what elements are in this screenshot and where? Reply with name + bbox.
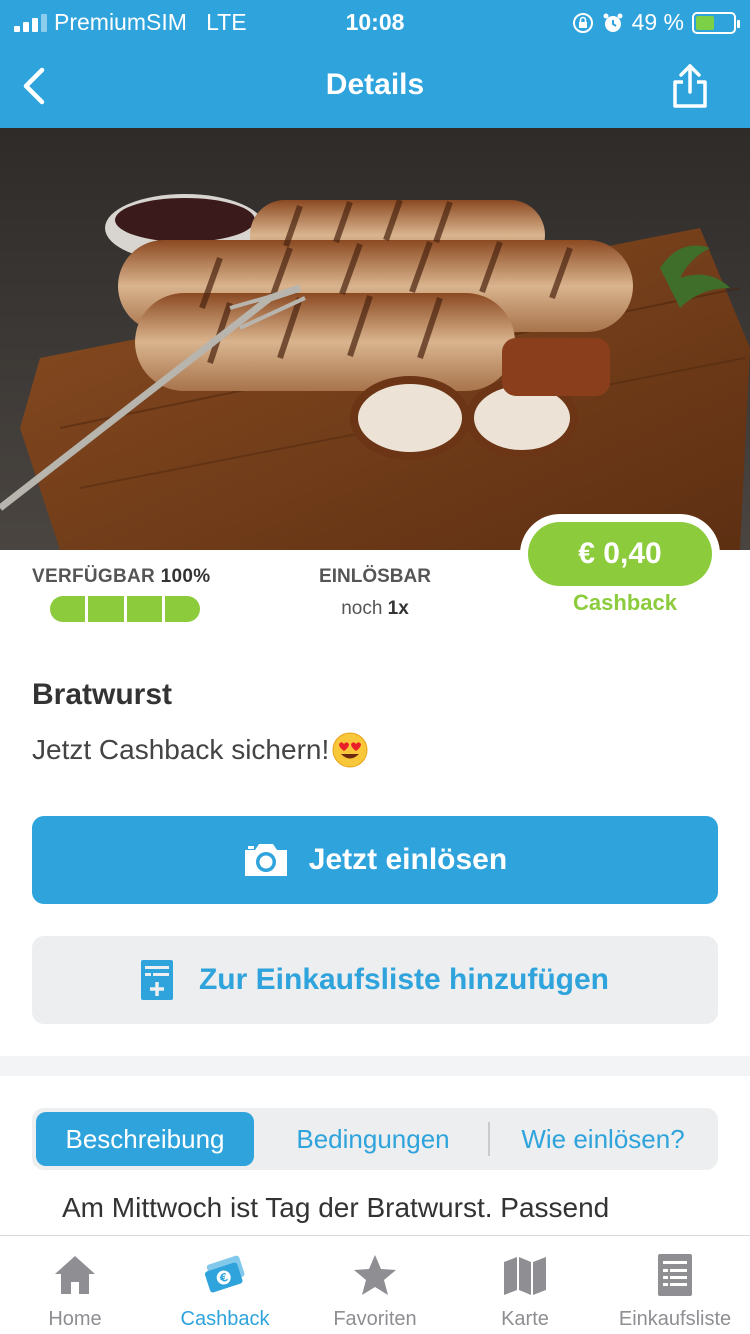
add-to-list-label: Zur Einkaufsliste hinzufügen [198,963,610,996]
tabbar-item-karte[interactable]: Karte [450,1236,600,1334]
redeem-button-label: Jetzt einlösen [308,843,508,876]
offer-info: VERFÜGBAR 100% EINLÖSBAR noch 1x € 0,40 … [0,514,750,640]
tab-beschreibung[interactable]: Beschreibung [36,1112,254,1166]
home-icon [55,1256,95,1294]
product-subtitle: Jetzt Cashback sichern! [32,731,369,769]
cashback-icon: € [204,1255,245,1293]
tab-bedingungen[interactable]: Bedingungen [260,1112,486,1166]
star-icon [354,1255,396,1295]
section-divider [0,1056,750,1076]
availability-progress [50,596,200,622]
battery-percent: 49 % [631,9,684,35]
top-bar: PremiumSIM LTE 10:08 49 % Details [0,0,750,128]
bottom-tab-bar: Home € Cashback Favoriten Karte Einkaufs… [0,1235,750,1334]
list-icon [658,1254,692,1296]
status-right: 49 % [572,9,740,36]
alarm-icon [603,13,623,32]
heart-eyes-emoji-icon [332,732,368,768]
add-to-list-button[interactable]: Zur Einkaufsliste hinzufügen [32,936,718,1024]
status-bar: PremiumSIM LTE 10:08 49 % [0,6,750,38]
orientation-lock-icon [572,12,593,33]
shopping-list-add-icon [140,960,173,1000]
product-name: Bratwurst [32,678,173,711]
cashback-label: Cashback [573,590,677,615]
redeemable-label: EINLÖSBAR [319,566,431,587]
navigation-bar: Details [0,56,750,116]
redeemable-count: noch 1x [341,598,409,619]
description-text: Am Mittwoch ist Tag der Bratwurst. Passe… [62,1192,610,1223]
map-icon [504,1257,546,1295]
tab-wie-einloesen[interactable]: Wie einlösen? [492,1112,714,1166]
cashback-amount: € 0,40 [528,522,712,586]
share-button[interactable] [670,62,710,110]
tab-separator [488,1122,490,1156]
tabbar-item-cashback[interactable]: € Cashback [150,1236,300,1334]
camera-icon [244,844,287,876]
tabbar-item-einkaufsliste[interactable]: Einkaufsliste [600,1236,750,1334]
tabbar-item-home[interactable]: Home [0,1236,150,1334]
price-badge: € 0,40 [520,514,720,594]
redeem-button[interactable]: Jetzt einlösen [32,816,718,904]
battery-icon [692,11,740,34]
page-title: Details [325,68,425,101]
availability-value: 100% [160,566,211,587]
availability-label: VERFÜGBAR 100% [32,566,211,587]
tabbar-item-favoriten[interactable]: Favoriten [300,1236,450,1334]
product-image [0,128,750,550]
detail-tabs: Beschreibung Bedingungen Wie einlösen? [32,1108,718,1170]
